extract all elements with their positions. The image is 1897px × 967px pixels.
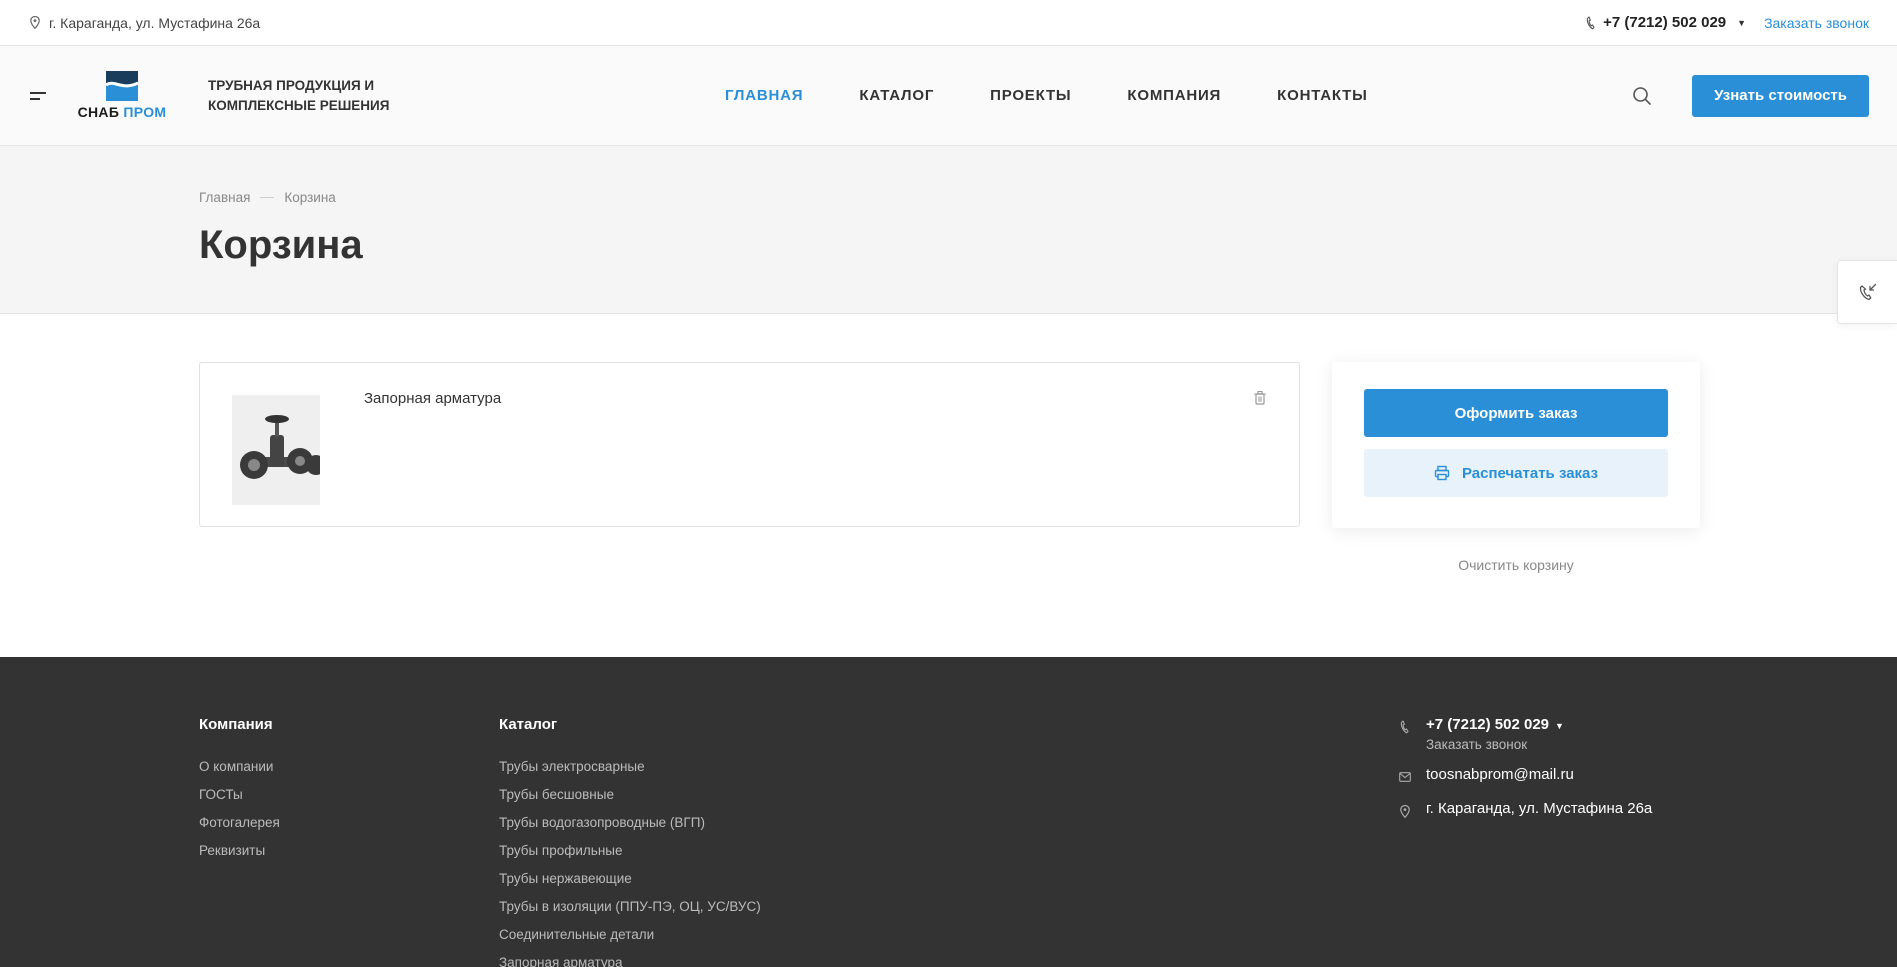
footer-link[interactable]: Трубы в изоляции (ППУ-ПЭ, ОЦ, УС/ВУС) (499, 893, 761, 921)
main-nav: ГЛАВНАЯ КАТАЛОГ ПРОЕКТЫ КОМПАНИЯ КОНТАКТ… (725, 87, 1368, 104)
nav-item-contacts[interactable]: КОНТАКТЫ (1277, 87, 1367, 104)
location-pin-icon (1400, 804, 1410, 818)
footer-callback-link[interactable]: Заказать звонок (1426, 737, 1564, 752)
footer-address-row: г. Караганда, ул. Мустафина 26а (1398, 800, 1652, 820)
get-price-button[interactable]: Узнать стоимость (1692, 74, 1869, 117)
product-thumbnail[interactable] (232, 395, 320, 505)
mail-icon (1399, 772, 1411, 782)
logo-mark-icon (106, 71, 138, 101)
print-order-button[interactable]: Распечатать заказ (1364, 449, 1668, 497)
page-title-area: Главная Корзина Корзина (0, 146, 1897, 314)
location-pin-icon (30, 16, 40, 29)
printer-icon (1434, 465, 1450, 481)
order-summary-box: Оформить заказ Распечатать заказ (1332, 362, 1700, 528)
footer-catalog-column: Каталог Трубы электросварные Трубы бесшо… (499, 716, 761, 967)
nav-item-company[interactable]: КОМПАНИЯ (1127, 87, 1221, 104)
footer-phone[interactable]: +7 (7212) 502 029 ▼ (1426, 716, 1564, 733)
footer-address: г. Караганда, ул. Мустафина 26а (1426, 800, 1653, 817)
nav-item-home[interactable]: ГЛАВНАЯ (725, 87, 803, 104)
main-header: СНАБ ПРОМ ТРУБНАЯ ПРОДУКЦИЯ И КОМПЛЕКСНЫ… (0, 46, 1897, 146)
valve-image (232, 395, 320, 505)
footer-link[interactable]: ГОСТы (199, 781, 280, 809)
basket-item: Запорная арматура (199, 362, 1300, 527)
print-order-label: Распечатать заказ (1461, 464, 1599, 482)
footer-phone-row: +7 (7212) 502 029 ▼ Заказать звонок (1398, 716, 1652, 752)
footer-company-title[interactable]: Компания (199, 716, 280, 733)
product-name[interactable]: Запорная арматура (364, 390, 501, 407)
footer-link[interactable]: Трубы электросварные (499, 753, 761, 781)
breadcrumb-current: Корзина (284, 190, 336, 205)
breadcrumb-separator (260, 197, 275, 198)
breadcrumb: Главная Корзина (199, 190, 1897, 205)
breadcrumb-home[interactable]: Главная (199, 190, 250, 205)
nav-item-catalog[interactable]: КАТАЛОГ (859, 87, 934, 104)
footer-company-column: Компания О компании ГОСТы Фотогалерея Ре… (199, 716, 280, 865)
footer-email[interactable]: toosnabprom@mail.ru (1426, 766, 1574, 783)
logo-text: СНАБ ПРОМ (78, 104, 167, 120)
footer-link[interactable]: Реквизиты (199, 837, 280, 865)
top-address-text: г. Караганда, ул. Мустафина 26а (49, 14, 261, 31)
footer-email-row: toosnabprom@mail.ru (1398, 766, 1652, 786)
footer-catalog-title[interactable]: Каталог (499, 716, 761, 733)
top-phone[interactable]: +7 (7212) 502 029 ▼ (1586, 14, 1746, 31)
slogan-line-1: ТРУБНАЯ ПРОДУКЦИЯ И (208, 77, 375, 93)
footer-link[interactable]: Трубы бесшовные (499, 781, 761, 809)
clear-basket-link[interactable]: Очистить корзину (1332, 557, 1700, 573)
trash-icon[interactable] (1253, 390, 1267, 406)
logo-text-part1: СНАБ (77, 104, 120, 120)
place-order-button[interactable]: Оформить заказ (1364, 389, 1668, 437)
logo-text-part2: ПРОМ (123, 104, 167, 120)
chevron-down-icon[interactable]: ▼ (1555, 721, 1564, 731)
footer-link[interactable]: О компании (199, 753, 280, 781)
footer-link[interactable]: Трубы нержавеющие (499, 865, 761, 893)
footer-link[interactable]: Соединительные детали (499, 921, 761, 949)
header-slogan: ТРУБНАЯ ПРОДУКЦИЯ И КОМПЛЕКСНЫЕ РЕШЕНИЯ (208, 76, 428, 116)
page-title: Корзина (199, 223, 363, 267)
footer-link[interactable]: Фотогалерея (199, 809, 280, 837)
burger-menu-icon[interactable] (30, 91, 46, 100)
top-phone-number[interactable]: +7 (7212) 502 029 (1603, 14, 1726, 31)
phone-icon (1400, 720, 1409, 734)
slogan-line-2: КОМПЛЕКСНЫЕ РЕШЕНИЯ (208, 97, 390, 113)
nav-item-projects[interactable]: ПРОЕКТЫ (990, 87, 1071, 104)
top-address: г. Караганда, ул. Мустафина 26а (30, 15, 260, 31)
footer-contacts: +7 (7212) 502 029 ▼ Заказать звонок toosn… (1398, 716, 1652, 834)
footer-link[interactable]: Запорная арматура (499, 949, 761, 967)
basket-main: Запорная арматура Оформить заказ Распеча… (0, 314, 1897, 659)
footer-link[interactable]: Трубы профильные (499, 837, 761, 865)
top-bar: г. Караганда, ул. Мустафина 26а +7 (7212… (0, 0, 1897, 46)
top-callback-link[interactable]: Заказать звонок (1764, 15, 1869, 31)
footer-link[interactable]: Трубы водогазопроводные (ВГП) (499, 809, 761, 837)
chevron-down-icon[interactable]: ▼ (1737, 18, 1746, 28)
logo[interactable]: СНАБ ПРОМ (76, 71, 168, 120)
phone-callback-icon (1859, 283, 1876, 301)
footer-phone-number[interactable]: +7 (7212) 502 029 (1426, 716, 1549, 733)
search-icon[interactable] (1632, 86, 1652, 106)
phone-icon (1586, 15, 1595, 29)
footer: Компания О компании ГОСТы Фотогалерея Ре… (0, 657, 1897, 967)
